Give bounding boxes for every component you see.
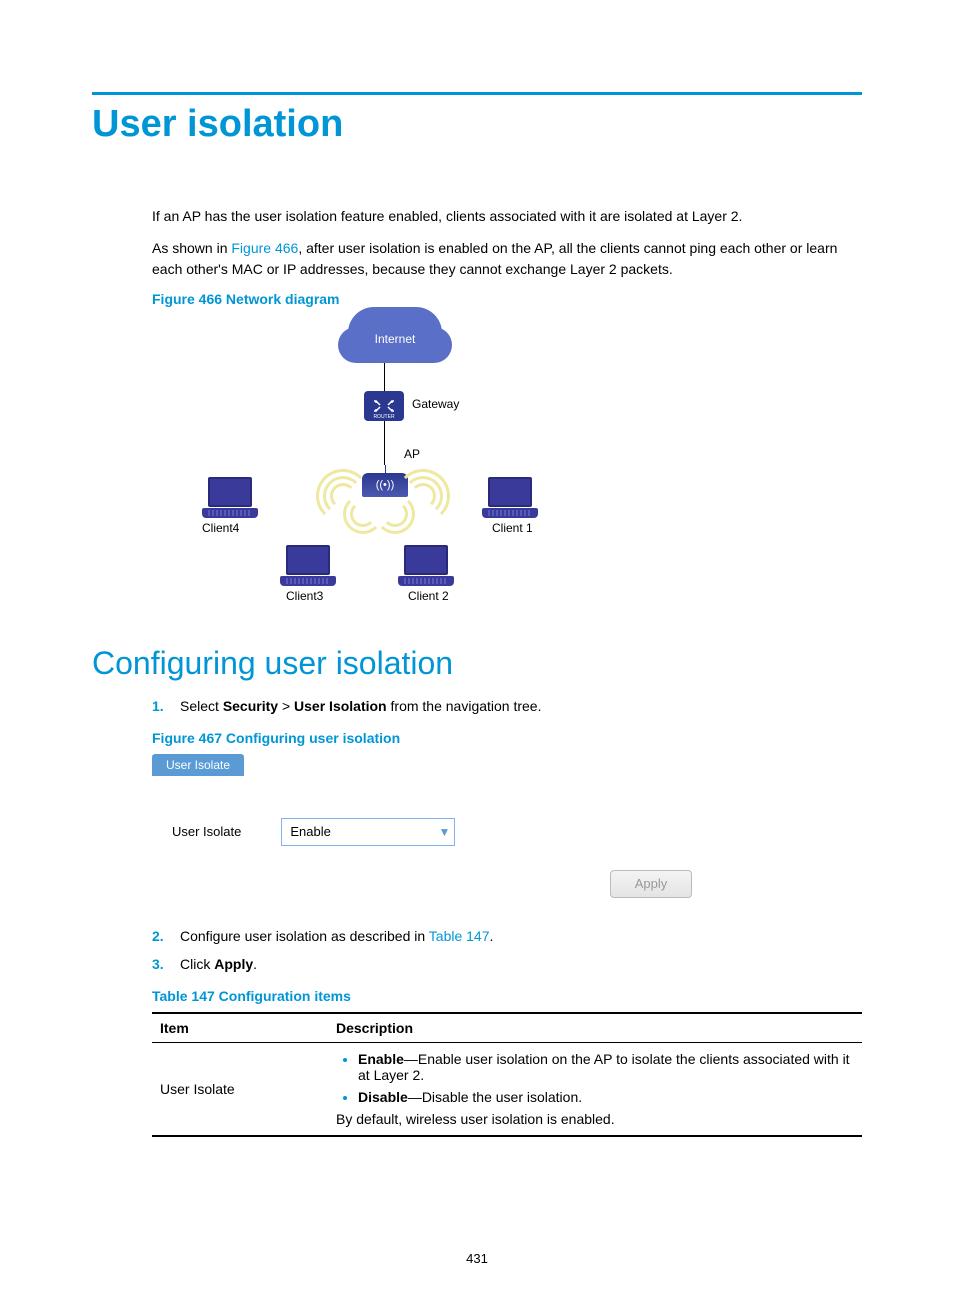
ap-label: AP [404, 447, 420, 461]
text: Security [223, 698, 278, 714]
text: By default, wireless user isolation is e… [336, 1111, 615, 1127]
text: User Isolation [294, 698, 387, 714]
text: Click [180, 956, 214, 972]
client2-label: Client 2 [408, 589, 449, 603]
text: Enable [358, 1051, 404, 1067]
col-item: Item [152, 1013, 328, 1043]
step-3: 3. Click Apply. [152, 956, 862, 972]
figure-466-link[interactable]: Figure 466 [231, 240, 298, 256]
client1-label: Client 1 [492, 521, 533, 535]
text: Configure user isolation as described in [180, 928, 429, 944]
select-value: Enable [290, 824, 330, 839]
table-row: User Isolate Enable—Enable user isolatio… [152, 1042, 862, 1136]
chevron-down-icon: ▼ [438, 825, 450, 839]
text: . [490, 928, 494, 944]
client4-label: Client4 [202, 521, 239, 535]
intro-paragraph-2: As shown in Figure 466, after user isola… [152, 238, 862, 279]
text: from the navigation tree. [387, 698, 542, 714]
apply-button[interactable]: Apply [610, 870, 692, 898]
internet-cloud-icon: Internet [350, 315, 440, 363]
laptop-icon [398, 545, 454, 585]
text: As shown in [152, 240, 231, 256]
top-rule [92, 92, 862, 95]
step-number: 1. [152, 698, 164, 714]
ui-screenshot: User Isolate User Isolate Enable ▼ Apply [152, 754, 712, 908]
user-isolate-select[interactable]: Enable ▼ [281, 818, 455, 846]
text: Apply [214, 956, 253, 972]
text: —Enable user isolation on the AP to isol… [358, 1051, 850, 1083]
cell-item: User Isolate [152, 1042, 328, 1136]
laptop-icon [280, 545, 336, 585]
step-number: 3. [152, 956, 164, 972]
text: . [253, 956, 257, 972]
config-table: Item Description User Isolate Enable—Ena… [152, 1012, 862, 1137]
step-1: 1. Select Security > User Isolation from… [152, 698, 862, 714]
page-number: 431 [0, 1251, 954, 1266]
text: Select [180, 698, 223, 714]
client3-label: Client3 [286, 589, 323, 603]
text: > [278, 698, 294, 714]
signal-icon [382, 501, 442, 541]
user-isolate-label: User Isolate [172, 824, 241, 839]
connector-line [384, 363, 385, 391]
text: —Disable the user isolation. [408, 1089, 582, 1105]
table-147-link[interactable]: Table 147 [429, 928, 490, 944]
section-heading: Configuring user isolation [92, 645, 862, 682]
router-icon [364, 391, 404, 421]
gateway-label: Gateway [412, 397, 459, 411]
col-description: Description [328, 1013, 862, 1043]
intro-paragraph-1: If an AP has the user isolation feature … [152, 206, 862, 226]
table-147-caption: Table 147 Configuration items [152, 988, 862, 1004]
laptop-icon [482, 477, 538, 517]
figure-467-caption: Figure 467 Configuring user isolation [152, 730, 862, 746]
tab-user-isolate[interactable]: User Isolate [152, 754, 244, 776]
network-diagram: Internet Gateway AP ((•)) [182, 315, 542, 605]
figure-466-caption: Figure 466 Network diagram [152, 291, 862, 307]
step-number: 2. [152, 928, 164, 944]
cell-description: Enable—Enable user isolation on the AP t… [328, 1042, 862, 1136]
laptop-icon [202, 477, 258, 517]
connector-line [384, 421, 385, 465]
text: Disable [358, 1089, 408, 1105]
step-2: 2. Configure user isolation as described… [152, 928, 862, 944]
page-title: User isolation [92, 103, 862, 146]
